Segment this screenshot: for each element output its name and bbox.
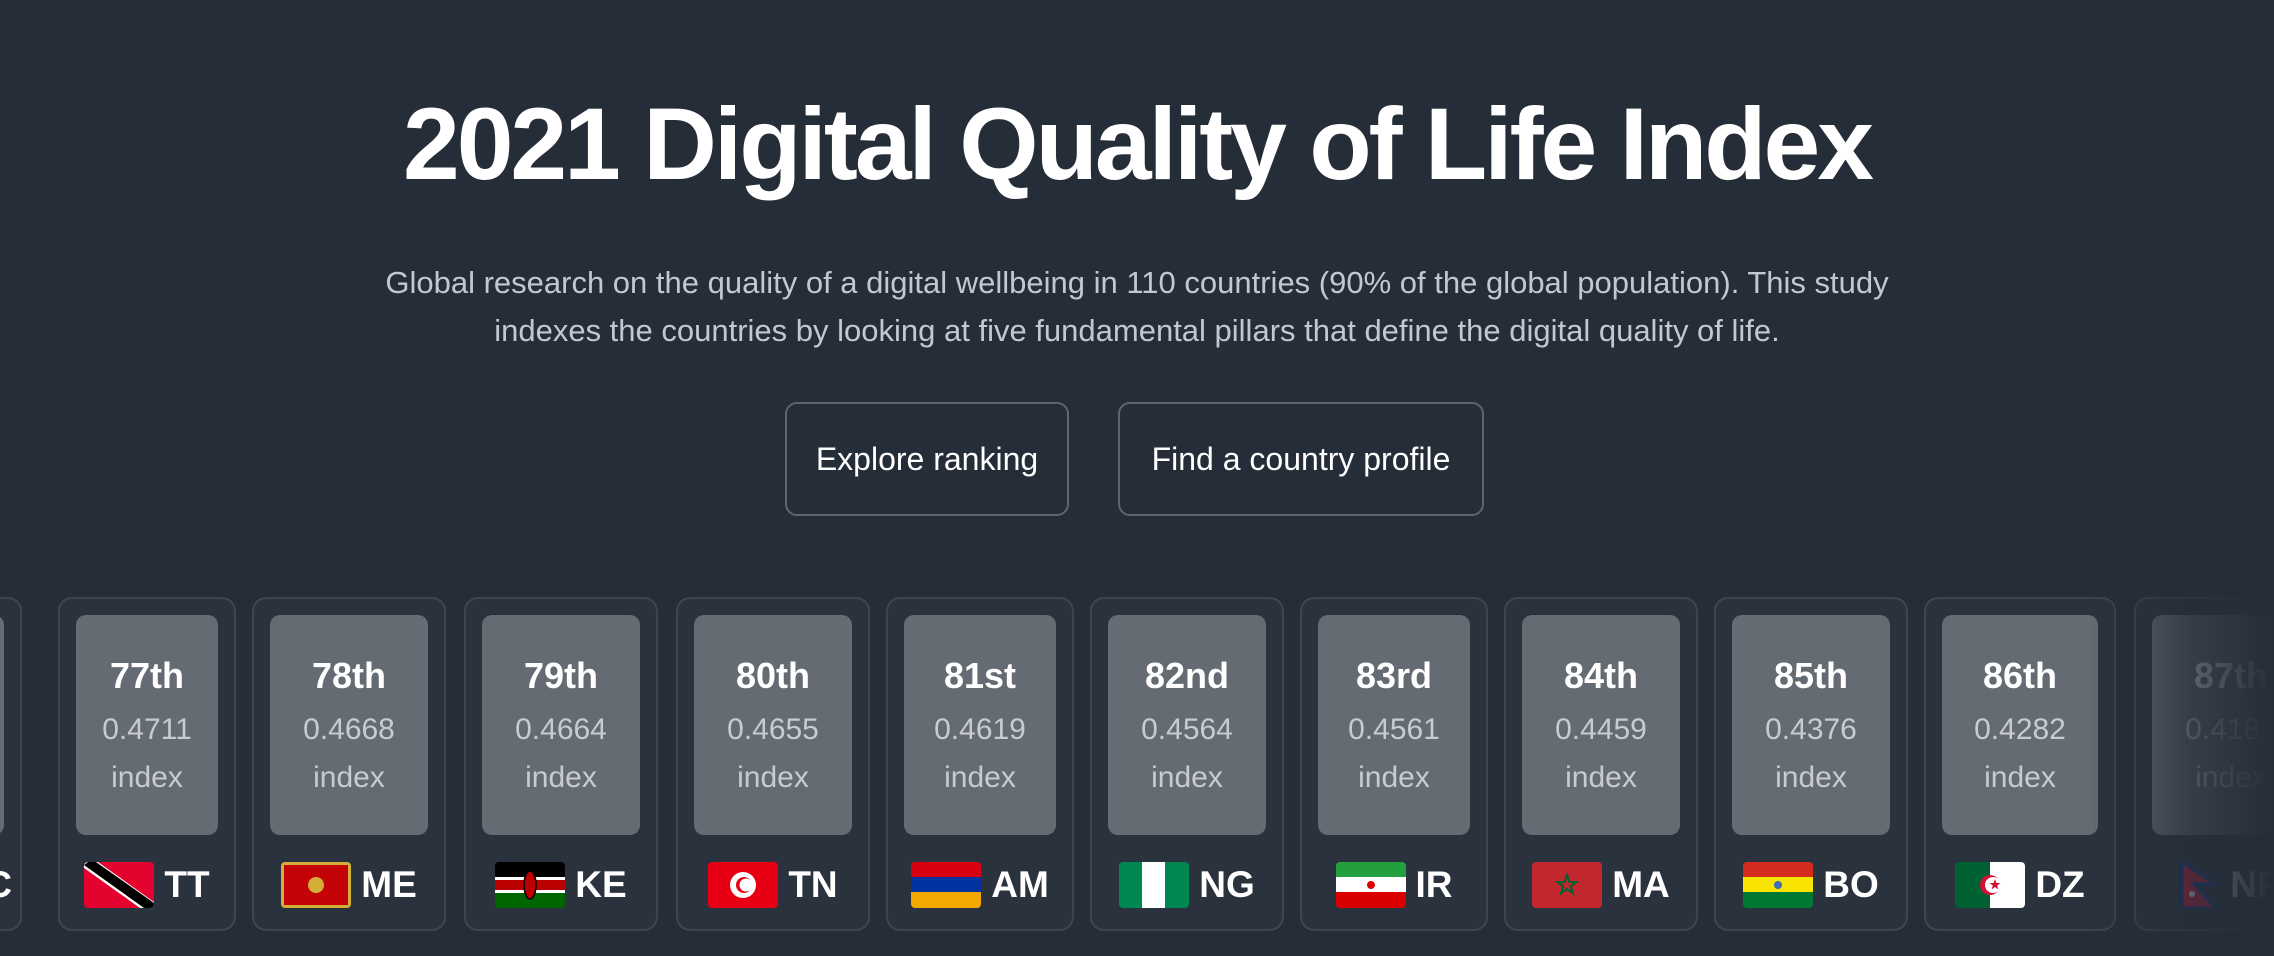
country-code: TN [788, 864, 838, 905]
ranking-card-country: ME [254, 861, 444, 909]
ranking-card[interactable]: 85th 0.4376 index BO [1714, 597, 1908, 931]
iran-flag-icon [1335, 862, 1406, 908]
rank-label: 84th [1563, 655, 1639, 696]
ranking-card[interactable]: 83rd 0.4561 index IR [1300, 597, 1488, 931]
index-score: 0.4182 [2185, 713, 2274, 746]
ranking-card[interactable]: 80th 0.4655 index TN [676, 597, 870, 931]
ranking-card-country: BO [1716, 861, 1906, 909]
country-code: C [0, 864, 12, 906]
country-code: NG [1199, 864, 1255, 905]
ranking-card-stats: 87th 0.4182 index [2152, 615, 2274, 835]
ranking-card-country: DZ [1926, 861, 2114, 909]
kenya-flag-icon [495, 862, 566, 908]
page-subtitle: Global research on the quality of a digi… [385, 265, 1889, 348]
ranking-card-stats: 85th 0.4376 index [1732, 615, 1890, 835]
country-code: AM [991, 864, 1049, 905]
index-score: 0.4282 [1974, 713, 2066, 746]
country-code: IR [1415, 864, 1453, 905]
rank-label: 82nd [1144, 655, 1230, 696]
ranking-card[interactable]: 79th 0.4664 index KE [464, 597, 658, 931]
index-unit: index [525, 761, 597, 794]
index-unit: index [111, 761, 183, 794]
index-score: 0.4376 [1765, 713, 1857, 746]
ranking-card-country: MA [1506, 861, 1696, 909]
rank-label: 87th [2193, 655, 2269, 696]
rank-label: 86th [1982, 655, 2058, 696]
ranking-card-stats: 78th 0.4668 index [270, 615, 428, 835]
ranking-card-country: IR [1302, 861, 1486, 909]
ranking-card-country: C [0, 861, 20, 909]
rank-label: 79th [523, 655, 599, 696]
nepal-flag-icon [2180, 862, 2221, 908]
ranking-card-country: KE [466, 861, 656, 909]
ranking-card-country: AM [888, 861, 1072, 909]
find-country-profile-button[interactable]: Find a country profile [1118, 402, 1484, 516]
index-unit: index [2195, 761, 2267, 794]
ranking-card-stats: 83rd 0.4561 index [1318, 615, 1470, 835]
country-code: NP [2230, 864, 2274, 905]
ranking-card-stats: 82nd 0.4564 index [1108, 615, 1266, 835]
ranking-card-stats: 79th 0.4664 index [482, 615, 640, 835]
index-unit: index [737, 761, 809, 794]
rank-label: 80th [735, 655, 811, 696]
index-unit: index [1775, 761, 1847, 794]
index-score: 0.4459 [1555, 713, 1647, 746]
index-unit: index [944, 761, 1016, 794]
index-score: 0.4619 [934, 713, 1026, 746]
rank-label: 83rd [1355, 655, 1433, 696]
index-score: 0.4655 [727, 713, 819, 746]
ranking-card-stats [0, 615, 4, 835]
ranking-carousel[interactable]: C 77th 0.4711 index TT 78th 0.4668 index… [0, 597, 2274, 935]
ranking-card-country: TN [678, 861, 868, 909]
index-unit: index [1565, 761, 1637, 794]
armenia-flag-icon [911, 862, 982, 908]
ranking-card[interactable]: 82nd 0.4564 index NG [1090, 597, 1284, 931]
ranking-card-country: NG [1092, 861, 1282, 909]
ranking-card-stats: 81st 0.4619 index [904, 615, 1056, 835]
ranking-card-stats: 84th 0.4459 index [1522, 615, 1680, 835]
ranking-card[interactable]: 86th 0.4282 index DZ [1924, 597, 2116, 931]
index-unit: index [1984, 761, 2056, 794]
rank-label: 78th [311, 655, 387, 696]
index-score: 0.4668 [303, 713, 395, 746]
ranking-card[interactable]: 78th 0.4668 index ME [252, 597, 446, 931]
country-code: TT [164, 864, 210, 905]
bolivia-flag-icon [1743, 862, 1814, 908]
ranking-card-country: TT [60, 861, 234, 909]
ranking-card-stats: 80th 0.4655 index [694, 615, 852, 835]
page-title: 2021 Digital Quality of Life Index [402, 87, 1874, 201]
index-score: 0.4561 [1348, 713, 1440, 746]
ranking-card-stats: 77th 0.4711 index [76, 615, 218, 835]
ranking-card-partial[interactable]: C [0, 597, 22, 931]
country-code: ME [361, 864, 417, 905]
explore-ranking-button[interactable]: Explore ranking [785, 402, 1069, 516]
ranking-card[interactable]: 84th 0.4459 index MA [1504, 597, 1698, 931]
index-score: 0.4711 [102, 713, 192, 746]
morocco-flag-icon [1532, 862, 1603, 908]
rank-label: 81st [943, 655, 1017, 696]
nigeria-flag-icon [1119, 862, 1190, 908]
ranking-card-stats: 86th 0.4282 index [1942, 615, 2098, 835]
rank-label: 77th [109, 655, 185, 696]
ranking-card[interactable]: 77th 0.4711 index TT [58, 597, 236, 931]
country-code: DZ [2035, 864, 2085, 905]
ranking-card-country: NP [2136, 861, 2274, 909]
country-code: MA [1612, 864, 1670, 905]
country-code: KE [575, 864, 627, 905]
tunisia-flag-icon [708, 862, 779, 908]
trinidad-and-tobago-flag-icon [84, 862, 155, 908]
rank-label: 85th [1773, 655, 1849, 696]
ranking-card[interactable]: 81st 0.4619 index AM [886, 597, 1074, 931]
index-unit: index [1358, 761, 1430, 794]
montenegro-flag-icon [281, 862, 352, 908]
ranking-card[interactable]: 87th 0.4182 index NP [2134, 597, 2274, 931]
index-unit: index [313, 761, 385, 794]
index-unit: index [1151, 761, 1223, 794]
index-score: 0.4564 [1141, 713, 1233, 746]
country-code: BO [1823, 864, 1879, 905]
algeria-flag-icon [1955, 862, 2026, 908]
index-score: 0.4664 [515, 713, 607, 746]
